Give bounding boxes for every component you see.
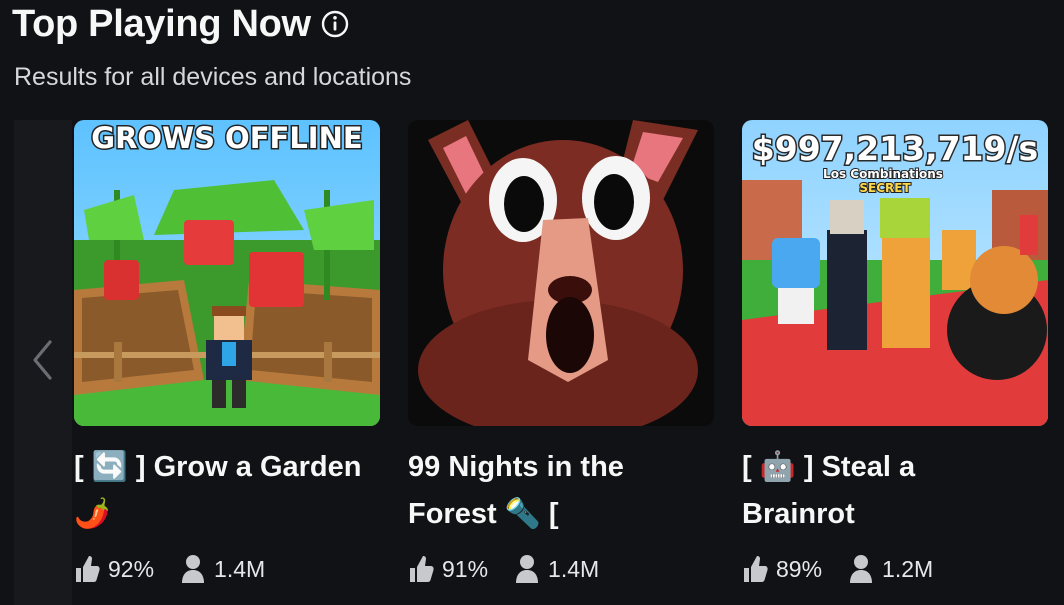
game-title[interactable]: [ 🤖 ] Steal a Brainrot [742, 444, 1048, 538]
thumbs-up-icon [410, 556, 434, 582]
thumbnail-subcaption: Los Combinations [823, 167, 943, 181]
game-stats: 89% 1.2M [742, 554, 1048, 584]
game-card-99-nights[interactable]: 99 Nights in the Forest 🔦 [ 91% 1.4M [408, 120, 714, 605]
info-icon[interactable] [321, 10, 349, 38]
thumbs-up-icon [76, 556, 100, 582]
game-thumbnail[interactable] [408, 120, 714, 426]
thumbnail-caption: $997,213,719/s [752, 129, 1038, 168]
player-icon [850, 555, 873, 583]
players-value: 1.2M [882, 555, 934, 582]
players-stat: 1.4M [514, 554, 599, 584]
rating-stat: 92% [74, 554, 154, 584]
rating-stat: 91% [408, 554, 488, 584]
game-card-steal-a-brainrot[interactable]: $997,213,719/s Los Combinations SECRET [… [742, 120, 1048, 605]
section-header: Top Playing Now [12, 2, 349, 46]
section-subtitle: Results for all devices and locations [14, 63, 412, 91]
game-thumbnail[interactable]: GROWS OFFLINE [74, 120, 380, 426]
game-card-grow-a-garden[interactable]: GROWS OFFLINE [ 🔄 ] Grow a Garden 🌶️ 92%… [74, 120, 380, 605]
game-title[interactable]: [ 🔄 ] Grow a Garden 🌶️ [74, 444, 380, 538]
player-icon [182, 555, 205, 583]
player-icon [516, 555, 539, 583]
thumbnail-caption: GROWS OFFLINE [91, 121, 362, 155]
chevron-left-icon [33, 339, 52, 380]
thumbs-up-icon [744, 556, 768, 582]
rating-value: 92% [108, 555, 155, 582]
section-title: Top Playing Now [12, 3, 311, 45]
rating-value: 91% [442, 555, 489, 582]
scroll-left-button[interactable] [14, 120, 72, 605]
thumbnail-secret-label: SECRET [859, 181, 911, 195]
brainrot-thumbnail-image: $997,213,719/s Los Combinations SECRET [742, 120, 1048, 426]
garden-thumbnail-image: GROWS OFFLINE [74, 120, 380, 426]
game-thumbnail[interactable]: $997,213,719/s Los Combinations SECRET [742, 120, 1048, 426]
game-stats: 92% 1.4M [74, 554, 380, 584]
forest-thumbnail-image [408, 120, 714, 426]
game-stats: 91% 1.4M [408, 554, 714, 584]
players-value: 1.4M [214, 555, 266, 582]
players-stat: 1.4M [180, 554, 265, 584]
players-stat: 1.2M [848, 554, 933, 584]
rating-stat: 89% [742, 554, 822, 584]
game-title[interactable]: 99 Nights in the Forest 🔦 [ [408, 444, 714, 538]
players-value: 1.4M [548, 555, 600, 582]
rating-value: 89% [776, 555, 823, 582]
